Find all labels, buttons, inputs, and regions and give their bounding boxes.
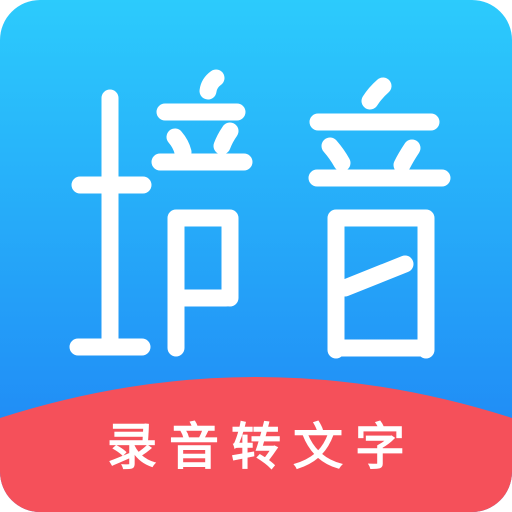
app-subtitle: 录音转文字 <box>107 418 417 476</box>
app-icon[interactable]: 录音转文字 培音 <box>0 0 512 512</box>
